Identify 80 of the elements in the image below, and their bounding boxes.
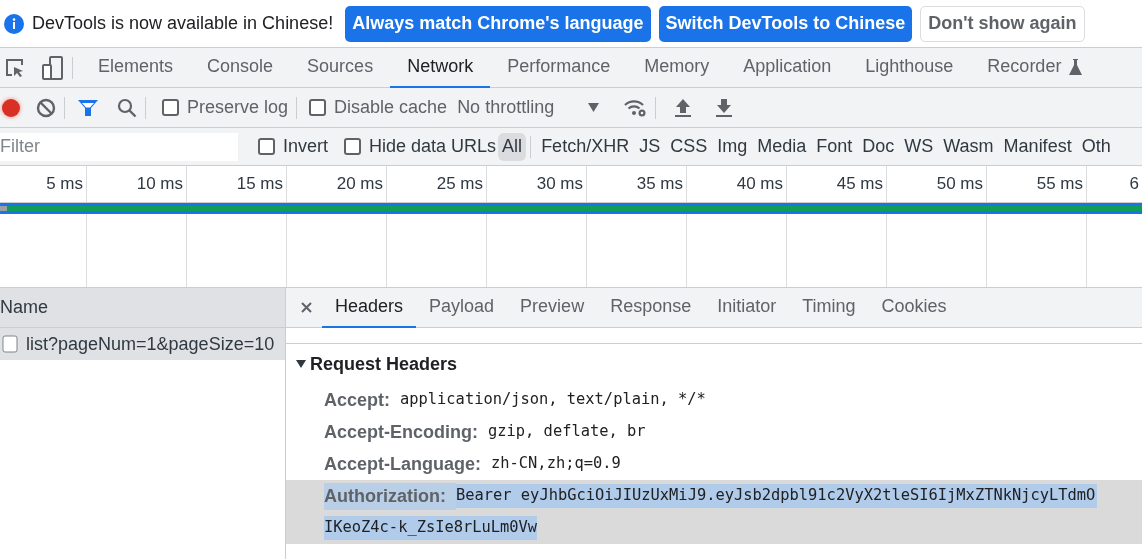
time-tick-label: 35 ms <box>636 173 683 196</box>
clear-icon[interactable] <box>36 97 56 118</box>
time-tick-label: 6 <box>1129 173 1139 196</box>
filter-icon[interactable] <box>77 98 99 117</box>
request-name: list?pageNum=1&pageSize=10 <box>26 332 275 356</box>
time-tick-label: 50 ms <box>936 173 983 196</box>
time-tick-label: 40 ms <box>736 173 783 196</box>
type-filter-button[interactable]: Doc <box>858 132 899 161</box>
search-icon[interactable] <box>117 97 137 118</box>
header-value: zh-CN,zh;q=0.9 <box>491 453 621 475</box>
checkbox[interactable] <box>258 138 275 155</box>
record-button[interactable] <box>2 98 20 117</box>
details-tab[interactable]: Preview <box>507 287 598 328</box>
wifi-settings-icon[interactable] <box>623 97 648 118</box>
type-filter-button[interactable]: Img <box>713 132 752 161</box>
banner-button[interactable]: Always match Chrome's language <box>345 5 651 42</box>
name-column-header[interactable]: Name <box>0 288 285 328</box>
type-filter-button[interactable]: Font <box>812 132 857 161</box>
details-tab[interactable]: Timing <box>789 287 869 328</box>
details-tab[interactable]: Initiator <box>704 287 790 328</box>
type-filter-button[interactable]: WS <box>900 132 938 161</box>
details-tab[interactable]: Headers <box>322 287 417 328</box>
request-row[interactable]: list?pageNum=1&pageSize=10 <box>0 328 285 360</box>
upload-icon[interactable] <box>674 97 693 118</box>
checkbox-label: Preserve log <box>187 96 289 119</box>
section-title: Request Headers <box>310 352 458 376</box>
panel-tab[interactable]: Recorder <box>970 47 1100 88</box>
type-filter-button[interactable]: Wasm <box>939 132 998 161</box>
banner-button[interactable]: Switch DevTools to Chinese <box>658 5 913 42</box>
checkbox[interactable] <box>162 99 179 116</box>
time-tick-label: 5 ms <box>46 173 83 196</box>
type-filter-button[interactable]: Oth <box>1077 132 1115 161</box>
header-value: IKeoZ4c-k_ZsIe8rLuLm0Vw <box>324 516 538 540</box>
filter-field[interactable]: Filter <box>0 132 238 161</box>
throttling-dropdown[interactable]: No throttling <box>457 94 600 121</box>
banner-button[interactable]: Don't show again <box>920 5 1085 42</box>
info-icon <box>4 13 24 34</box>
expand-triangle-icon[interactable] <box>296 359 306 369</box>
panel-tab[interactable]: Lighthouse <box>848 47 971 88</box>
inspect-icon[interactable] <box>4 56 26 79</box>
type-filter-button[interactable]: JS <box>635 132 665 161</box>
banner-message: DevTools is now available in Chinese! <box>32 12 334 35</box>
details-tab[interactable]: Cookies <box>868 287 960 328</box>
time-tick-label: 45 ms <box>836 173 883 196</box>
time-tick-label: 15 ms <box>236 173 283 196</box>
checkbox[interactable] <box>309 99 327 116</box>
download-icon[interactable] <box>715 97 734 118</box>
checkbox[interactable] <box>344 138 362 155</box>
type-filter-button[interactable]: CSS <box>666 132 712 161</box>
time-tick-label: 55 ms <box>1036 173 1083 196</box>
panel-tab[interactable]: Elements <box>81 47 191 88</box>
details-tab[interactable]: Response <box>597 287 705 328</box>
panel-tab[interactable]: Console <box>190 47 291 88</box>
checkbox-label: Invert <box>283 135 329 158</box>
header-name: Authorization: <box>324 482 456 510</box>
time-tick-label: 25 ms <box>436 173 483 196</box>
header-value: gzip, deflate, br <box>488 421 646 443</box>
type-filter-button[interactable]: Manifest <box>999 132 1076 161</box>
header-name: Accept-Language: <box>324 452 483 476</box>
panel-tab[interactable]: Performance <box>490 47 628 88</box>
type-filter-button[interactable]: Fetch/XHR <box>537 132 634 161</box>
document-icon <box>2 335 18 353</box>
header-value: Bearer eyJhbGciOiJIUzUxMiJ9.eyJsb2dpbl91c2VyX2tleSI6IjMxZTNkNjcyLTdmO <box>456 484 1098 508</box>
type-filter-button[interactable]: Media <box>753 132 811 161</box>
checkbox-label: Disable cache <box>334 96 448 119</box>
device-icon[interactable] <box>42 55 64 80</box>
type-filter-button[interactable]: All <box>498 132 527 161</box>
details-tab[interactable]: Payload <box>416 287 508 328</box>
time-tick-label: 20 ms <box>336 173 383 196</box>
time-tick-label: 10 ms <box>136 173 183 196</box>
panel-tab[interactable]: Application <box>726 47 849 88</box>
panel-tab[interactable]: Memory <box>627 47 727 88</box>
caret-icon <box>588 103 600 112</box>
header-name: Accept: <box>324 388 391 412</box>
panel-tab[interactable]: Sources <box>290 47 391 88</box>
header-name: Accept-Encoding: <box>324 420 479 444</box>
checkbox-label: Hide data URLs <box>369 135 497 158</box>
header-value: application/json, text/plain, */* <box>400 389 706 411</box>
time-tick-label: 30 ms <box>536 173 583 196</box>
close-icon[interactable] <box>301 302 312 313</box>
